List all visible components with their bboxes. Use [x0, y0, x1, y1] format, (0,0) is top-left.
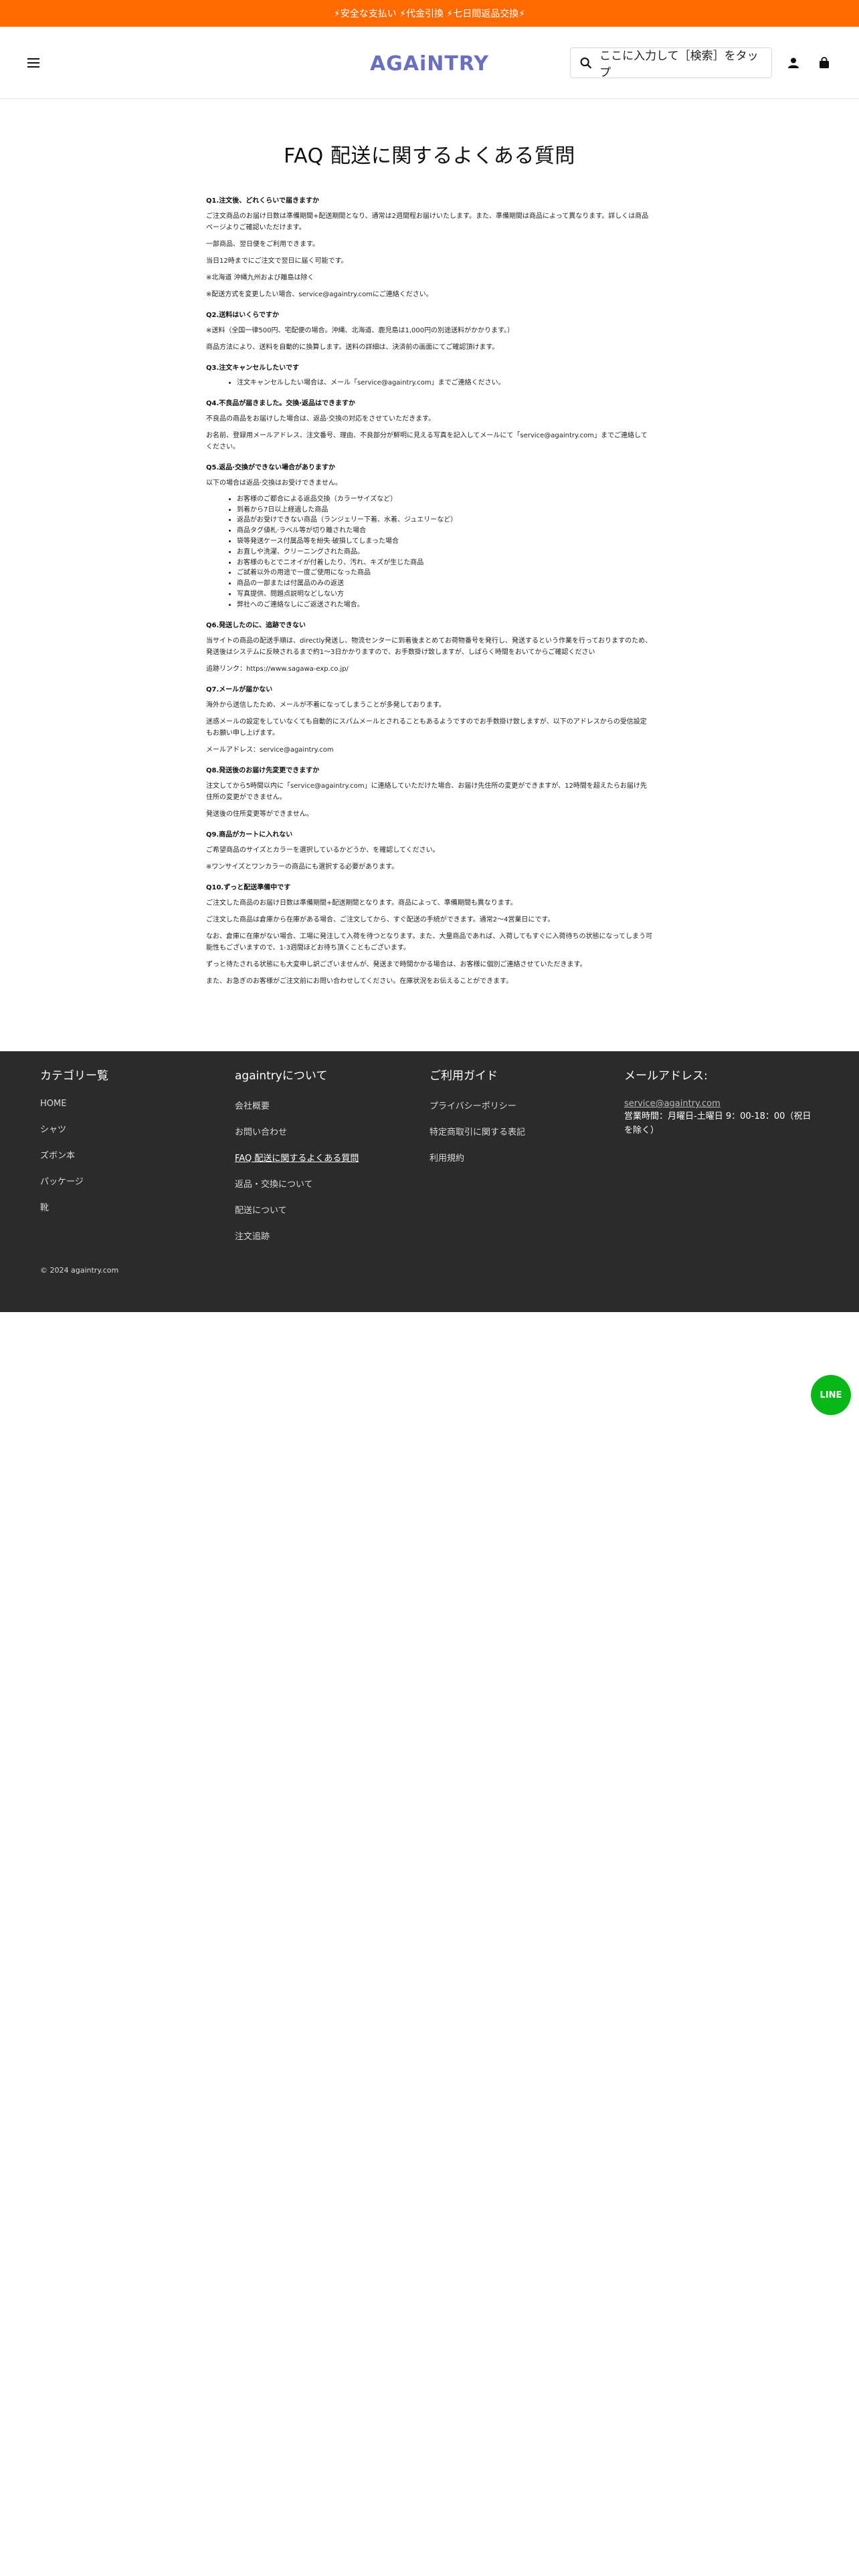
footer-link[interactable]: 配送について [235, 1203, 430, 1216]
search-input[interactable]: ここに入力して［検索］をタップ [570, 47, 772, 80]
faq-answer: ※北海道 沖縄九州および離島は除く [206, 274, 314, 282]
faq-answer: 発送後の住所変更等ができません。 [206, 810, 313, 818]
faq-list-item: お客様のご都合による返品交換（カラーサイズなど） [237, 494, 653, 505]
faq-question: Q6.発送したのに、追跡できない [206, 621, 306, 629]
header-actions: ここに入力して［検索］をタップ [570, 47, 834, 80]
footer-link[interactable]: ズボン本 [40, 1148, 235, 1161]
faq-question: Q5.返品·交換ができない場合がありますか [206, 463, 336, 471]
faq-question: Q2.送料はいくらですか [206, 312, 279, 319]
footer-heading-categories: カテゴリー覧 [40, 1069, 108, 1083]
faq-answer: ご注文商品のお届け日数は準備期間+配送期間となり、通常は2週間程お届けいたします… [206, 213, 649, 231]
footer-business-hours: 営業時間：月曜日-土曜日 9：00-18：00（祝日を除く） [624, 1111, 812, 1136]
footer-heading-about: againtryについて [235, 1069, 328, 1083]
faq-answer: 当日12時までにご注文で翌日に届く可能です。 [206, 257, 348, 265]
faq-answer: ご注文した商品は倉庫から在庫がある場合、ご注文してから、すぐ配送の手続ができます… [206, 916, 555, 924]
faq-answer: 迷惑メールの設定をしていなくても自動的にスパムメールとされることもあるようですの… [206, 718, 647, 737]
faq-answer: なお、倉庫に在庫がない場合、工場に発注して入荷を待つとなります。また、大量商品で… [206, 932, 652, 952]
faq-question: Q7.メールが届かない [206, 685, 273, 693]
faq-list-item: 返品がお受けできない商品（ランジェリー下着、水着、ジュエリーなど） [237, 515, 653, 526]
faq-answer: ※ワンサイズとワンカラーの商品にも選択する必要があります。 [206, 863, 399, 871]
hamburger-menu-icon[interactable] [25, 55, 41, 71]
search-icon [580, 57, 591, 68]
announcement-bar: ⚡安全な支払い ⚡代金引換 ⚡七日間返品交換⚡ [0, 0, 859, 27]
footer-link[interactable]: 利用規約 [430, 1151, 624, 1164]
cart-icon[interactable] [815, 53, 834, 72]
faq-question: Q9.商品がカートに入れない [206, 831, 293, 839]
faq-list-item: 注文キャンセルしたい場合は、メール「service@againtry.com」ま… [237, 378, 653, 389]
faq-list: お客様のご都合による返品交換（カラーサイズなど）到着から7日以上経過した商品返品… [237, 494, 653, 611]
faq-answer: ご注文した商品のお届け日数は準備期間+配送期間となります。商品によって、準備期間… [206, 899, 517, 907]
faq-question: Q1.注文後、どれくらいで届きますか [206, 197, 319, 205]
footer-link[interactable]: 注文追跡 [235, 1229, 430, 1242]
footer-col-about: againtryについて 会社概要お問い合わせ FAQ 配送に関するよくある質問返… [235, 1066, 430, 1255]
faq-list: 注文キャンセルしたい場合は、メール「service@againtry.com」ま… [237, 378, 653, 389]
footer-link[interactable]: シャツ [40, 1122, 235, 1135]
footer-email-link[interactable]: service@againtry.com [624, 1099, 819, 1109]
footer-heading-guide: ご利用ガイド [430, 1069, 498, 1083]
footer-link[interactable]: 特定商取引に関する表記 [430, 1125, 624, 1138]
faq-answer: ※配送方式を変更したい場合、service@againtry.comにご連絡くだ… [206, 291, 433, 298]
faq-answer: 追跡リンク：https://www.sagawa-exp.co.jp/ [206, 665, 349, 673]
faq-answer: また、お急ぎのお客様がご注文前にお問い合わせしてください。在庫状況をお伝えること… [206, 977, 513, 985]
faq-answer: ご希望商品のサイズとカラーを選択しているかどうか、を確認してください。 [206, 846, 440, 854]
footer-link[interactable]: FAQ 配送に関するよくある質問 [235, 1151, 430, 1164]
faq-answer: 一部商品、翌日便をご利用できます。 [206, 241, 319, 248]
footer-col-categories: カテゴリー覧 HOME シャツズボン本パッケージ靴 [40, 1066, 235, 1255]
faq-question: Q8.発送後のお届け先変更できますか [206, 766, 320, 774]
faq-answer: 以下の場合は返品·交換はお受けできません。 [206, 479, 342, 487]
site-footer: カテゴリー覧 HOME シャツズボン本パッケージ靴 againtryについて 会社… [0, 1051, 859, 1312]
account-icon[interactable] [784, 53, 803, 72]
faq-list-item: 袋等発送ケース付属品等を紛失·破損してしまった場合 [237, 536, 653, 547]
faq-question: Q4.不良品が届きました。交換·返品はできますか [206, 399, 356, 407]
faq-list-item: 商品の一部または付属品のみの返送 [237, 578, 653, 589]
line-chat-button[interactable]: LINE [811, 1375, 851, 1415]
faq-list-item: 写真提供、問題点説明などしない方 [237, 589, 653, 600]
faq-answer: お名前、登録用メールアドレス、注文番号、理由、不良部分が鮮明に見える写真を記入し… [206, 431, 648, 451]
footer-col-guide: ご利用ガイド プライバシーポリシー 特定商取引に関する表記 利用規約 [430, 1066, 624, 1255]
faq-answer: 当サイトの商品の配送手順は、directly発送し、物流センターに到着後まとめて… [206, 637, 652, 656]
footer-link[interactable]: プライバシーポリシー [430, 1099, 624, 1111]
site-logo[interactable]: AGAiNTRY [370, 52, 489, 76]
faq-list-item: お直しや洗濯、クリーニングされた商品。 [237, 547, 653, 558]
line-chat-label: LINE [820, 1390, 842, 1400]
faq-answer: 注文してから5時間以内に「service@againtry.com」に連絡してい… [206, 782, 647, 801]
footer-link[interactable]: 会社概要 [235, 1099, 430, 1111]
footer-link[interactable]: お問い合わせ [235, 1125, 430, 1138]
faq-list-item: 商品タグ値札·ラベル等が切り離された場合 [237, 526, 653, 536]
faq-question: Q10.ずっと配送準備中です [206, 883, 291, 891]
footer-heading-contact: メールアドレス: [624, 1069, 708, 1083]
footer-link[interactable]: HOME [40, 1099, 235, 1109]
footer-link[interactable]: 返品・交換について [235, 1177, 430, 1190]
faq-answer: ずっと待たされる状態にも大変申し訳ございませんが、発送まで時間かかる場合は、お客… [206, 960, 587, 968]
footer-col-contact: メールアドレス: service@againtry.com 営業時間：月曜日-土… [624, 1066, 819, 1255]
faq-answer: メールアドレス：service@againtry.com [206, 746, 334, 754]
footer-link[interactable]: パッケージ [40, 1174, 235, 1187]
faq-answer: ※送料（全国一律500円、宅配便の場合。沖縄、北海道、鹿児島は1,000円の別途… [206, 327, 514, 334]
faq-answer: 不良品の商品をお届けした場合は、返品·交換の対応をさせていただきます。 [206, 415, 436, 423]
search-placeholder: ここに入力して［検索］をタップ [599, 49, 759, 80]
footer-link[interactable]: 靴 [40, 1200, 235, 1213]
copyright: © 2024 againtry.com [40, 1266, 119, 1275]
faq-content: Q1.注文後、どれくらいで届きますかご注文商品のお届け日数は準備期間+配送期間と… [206, 195, 653, 987]
announcement-text: ⚡安全な支払い ⚡代金引換 ⚡七日間返品交換⚡ [333, 9, 526, 19]
faq-list-item: 到着から7日以上経過した商品 [237, 505, 653, 516]
faq-list-item: お客様のもとでニオイが付着したり、汚れ、キズが生じた商品 [237, 558, 653, 568]
faq-answer: 海外から送信したため、メールが不着になってしまうことが多発しております。 [206, 701, 446, 709]
faq-question: Q3.注文キャンセルしたいです [206, 364, 299, 372]
faq-list-item: 弊社へのご連絡なしにご返送された場合。 [237, 600, 653, 611]
faq-list-item: ご試着以外の用途で一度ご使用になった商品 [237, 568, 653, 578]
faq-answer: 商品方法により、送料を自動的に換算します。送料の詳細は、決済前の画面にてご確認頂… [206, 344, 499, 351]
main-content: FAQ 配送に関するよくある質問 Q1.注文後、どれくらいで届きますかご注文商品… [206, 99, 653, 1053]
page-title: FAQ 配送に関するよくある質問 [284, 144, 575, 168]
